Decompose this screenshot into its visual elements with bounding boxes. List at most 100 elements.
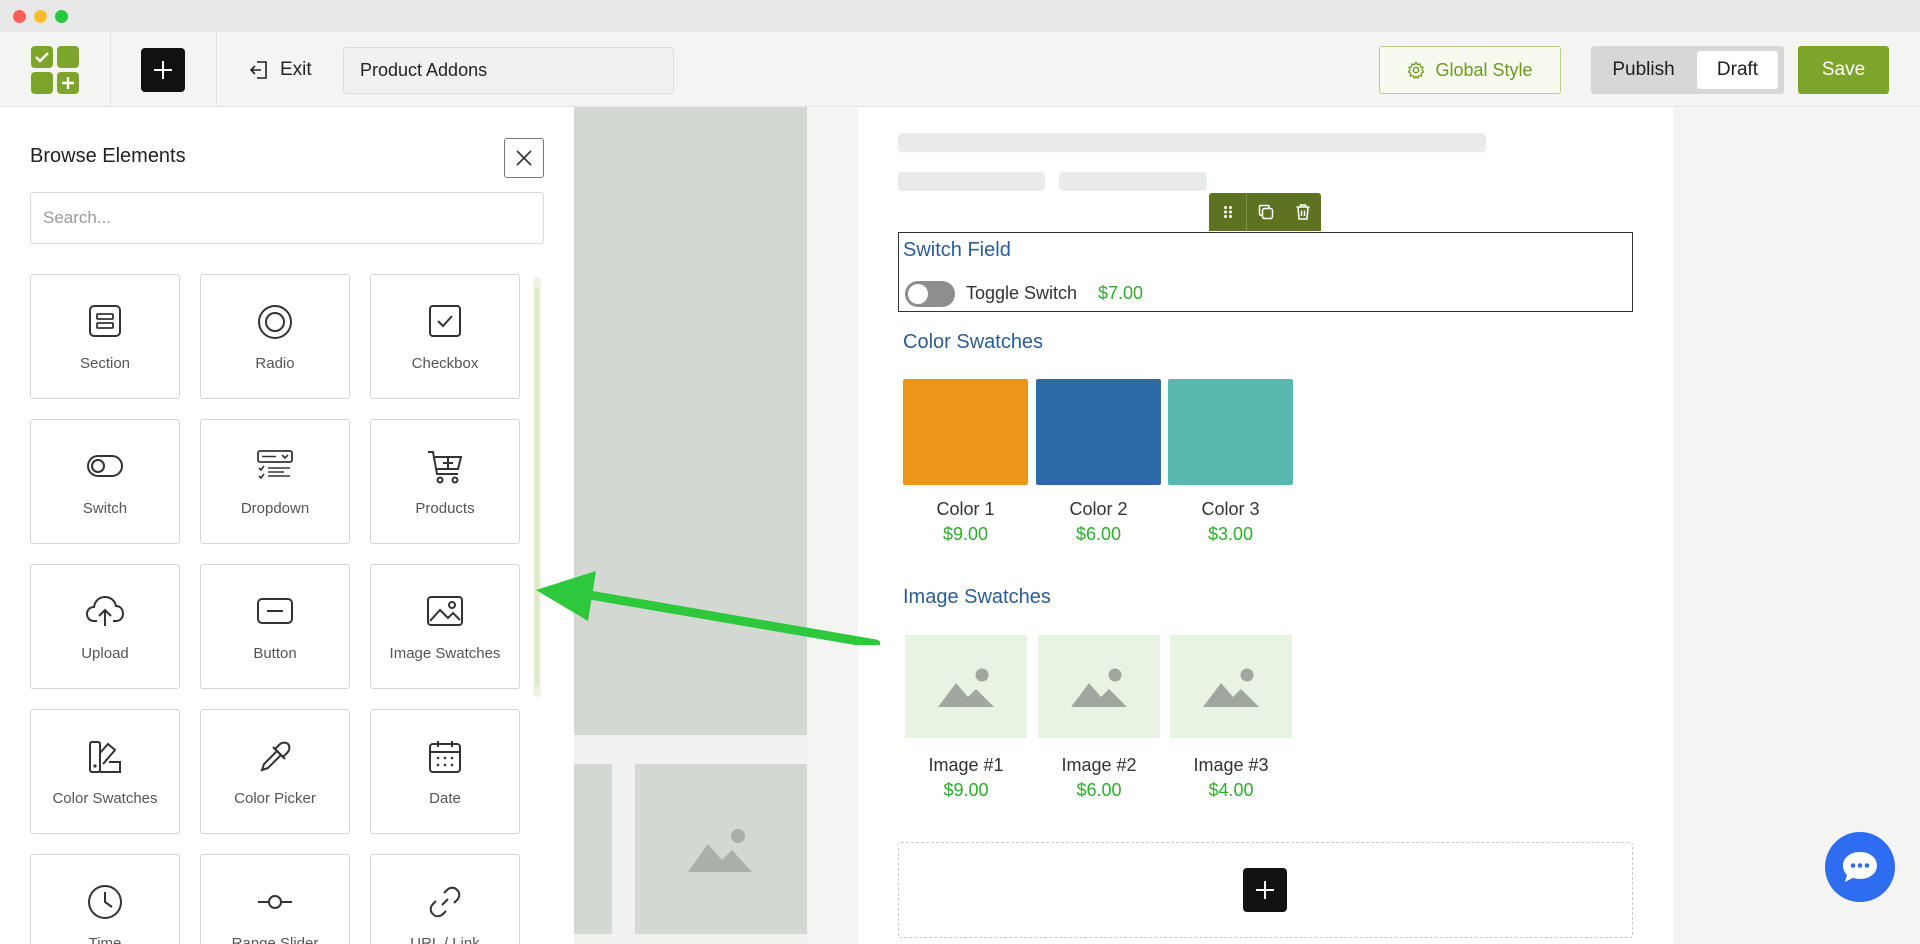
publish-button[interactable]: Publish — [1591, 46, 1696, 94]
form-title-input[interactable] — [343, 47, 674, 94]
exit-icon — [249, 61, 267, 79]
element-tile-upload[interactable]: Upload — [30, 564, 180, 689]
element-tile-color-swatches[interactable]: Color Swatches — [30, 709, 180, 834]
element-tile-switch[interactable]: Switch — [30, 419, 180, 544]
toggle-switch[interactable] — [905, 281, 955, 307]
close-panel-button[interactable] — [504, 138, 544, 178]
annotation-arrow — [536, 571, 880, 645]
image-swatch-2[interactable] — [1038, 635, 1160, 738]
element-tile-label: Range Slider — [231, 935, 319, 944]
exit-button[interactable]: Exit — [248, 54, 312, 86]
field-action-toolbar — [1209, 193, 1321, 231]
element-tile-label: Radio — [255, 355, 295, 372]
browse-elements-panel: Browse Elements Section Radio Checkbox S… — [0, 107, 574, 944]
drag-handle[interactable] — [1209, 193, 1246, 231]
element-tile-label: Color Swatches — [52, 790, 158, 807]
product-thumb-placeholder — [635, 764, 807, 934]
checkbox-icon — [429, 305, 461, 337]
upload-icon — [85, 595, 125, 626]
element-tile-label: Switch — [82, 500, 128, 517]
add-element-button[interactable] — [141, 48, 185, 92]
duplicate-button[interactable] — [1247, 193, 1284, 231]
element-tile-dropdown[interactable]: Dropdown — [200, 419, 350, 544]
chat-support-button[interactable] — [1825, 832, 1895, 902]
element-tile-color-picker[interactable]: Color Picker — [200, 709, 350, 834]
search-input[interactable] — [30, 192, 544, 244]
element-tile-label: Dropdown — [240, 500, 310, 517]
element-tile-label: Date — [429, 790, 461, 807]
color-swatch-1[interactable] — [903, 379, 1028, 485]
color-swatch-name: Color 1 — [936, 499, 995, 519]
window-minimize-dot[interactable] — [34, 10, 47, 23]
window-titlebar — [0, 0, 1920, 32]
calendar-icon — [429, 741, 461, 773]
element-tile-section[interactable]: Section — [30, 274, 180, 399]
color-swatch-price: $6.00 — [1075, 524, 1122, 544]
image-swatch-name: Image #1 — [928, 755, 1004, 775]
color-swatch-price: $9.00 — [942, 524, 989, 544]
image-swatch-name: Image #2 — [1061, 755, 1137, 775]
duplicate-icon — [1258, 204, 1273, 220]
cart-icon — [428, 451, 463, 484]
element-tile-range-slider[interactable]: Range Slider — [200, 854, 350, 944]
top-toolbar: Exit Global Style Publish Draft Save — [0, 32, 1920, 107]
element-tile-label: Products — [415, 500, 475, 517]
color-swatch-3[interactable] — [1168, 379, 1293, 485]
drag-handle-icon — [1223, 206, 1232, 218]
toggle-switch-price: $7.00 — [1098, 283, 1144, 303]
switch-field-title: Switch Field — [903, 239, 1011, 261]
element-tile-image-swatches[interactable]: Image Swatches — [370, 564, 520, 689]
product-thumb-placeholder — [574, 764, 612, 934]
skeleton-line — [898, 172, 1045, 191]
range-slider-icon — [258, 895, 292, 909]
skeleton-line — [1059, 172, 1207, 191]
color-swatch-price: $3.00 — [1207, 524, 1254, 544]
element-tile-label: Time — [88, 935, 122, 944]
image-swatch-3[interactable] — [1170, 635, 1292, 738]
switch-icon — [87, 455, 123, 477]
image-swatch-price: $4.00 — [1208, 780, 1254, 800]
element-tile-label: Button — [253, 645, 297, 662]
delete-button[interactable] — [1284, 193, 1321, 231]
element-tile-label: URL / Link — [410, 935, 480, 944]
radio-icon — [258, 305, 292, 339]
window-zoom-dot[interactable] — [55, 10, 68, 23]
image-swatch-1[interactable] — [905, 635, 1027, 738]
link-icon — [429, 886, 461, 918]
element-tile-products[interactable]: Products — [370, 419, 520, 544]
element-tile-date[interactable]: Date — [370, 709, 520, 834]
color-swatch-2[interactable] — [1036, 379, 1161, 485]
close-icon — [516, 150, 532, 166]
save-button[interactable]: Save — [1798, 46, 1889, 94]
element-tile-time[interactable]: Time — [30, 854, 180, 944]
element-tile-radio[interactable]: Radio — [200, 274, 350, 399]
chat-bubble-icon — [1843, 852, 1877, 882]
global-style-label: Global Style — [1435, 59, 1533, 80]
color-swatches-icon — [89, 741, 121, 773]
color-picker-icon — [260, 741, 291, 772]
color-swatches-title: Color Swatches — [903, 331, 1044, 353]
global-style-button[interactable]: Global Style — [1379, 46, 1561, 94]
image-swatch-name: Image #3 — [1193, 755, 1269, 775]
window-close-dot[interactable] — [13, 10, 26, 23]
color-swatch-name: Color 3 — [1201, 499, 1260, 519]
color-swatch-name: Color 2 — [1069, 499, 1128, 519]
element-tile-url-link[interactable]: URL / Link — [370, 854, 520, 944]
element-tile-checkbox[interactable]: Checkbox — [370, 274, 520, 399]
app-logo — [31, 46, 79, 94]
publish-status-toggle: Publish Draft — [1591, 46, 1784, 94]
section-icon — [89, 305, 121, 337]
element-tile-button[interactable]: Button — [200, 564, 350, 689]
skeleton-line — [898, 133, 1486, 152]
exit-label: Exit — [280, 59, 312, 80]
image-icon — [427, 596, 463, 626]
dropdown-icon — [257, 450, 293, 480]
draft-button[interactable]: Draft — [1697, 51, 1778, 89]
image-placeholder-icon — [1071, 668, 1127, 707]
add-field-button[interactable] — [1243, 868, 1287, 912]
toggle-switch-label: Toggle Switch — [966, 283, 1078, 303]
image-placeholder-icon — [688, 829, 752, 872]
trash-icon — [1296, 204, 1309, 220]
image-swatches-title: Image Swatches — [903, 586, 1051, 608]
element-tile-label: Checkbox — [411, 355, 479, 372]
